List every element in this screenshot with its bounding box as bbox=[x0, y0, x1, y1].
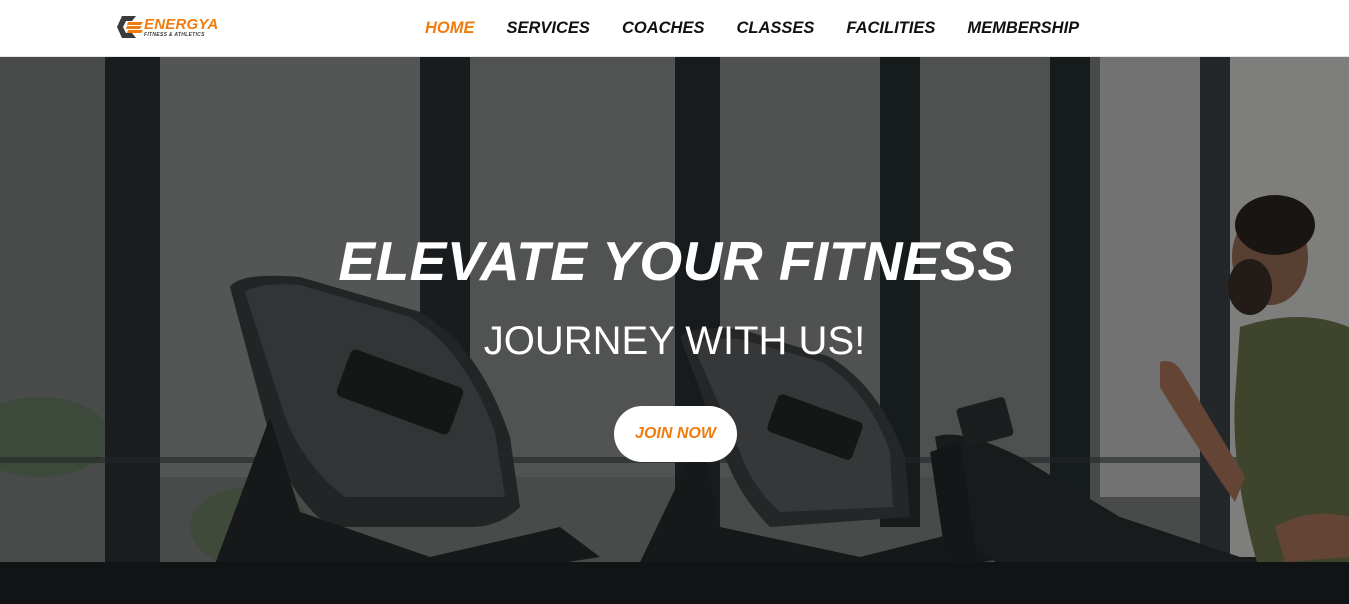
nav-item-home[interactable]: HOME bbox=[425, 19, 475, 38]
join-now-button[interactable]: JOIN NOW bbox=[614, 406, 737, 462]
hero-title: ELEVATE YOUR FITNESS bbox=[338, 230, 1015, 292]
nav-item-coaches[interactable]: COACHES bbox=[622, 19, 705, 38]
brand-text: ENERGYA FITNESS & ATHLETICS bbox=[144, 17, 218, 38]
brand-name: ENERGYA bbox=[144, 15, 219, 33]
hero-subtitle: JOURNEY WITH US! bbox=[483, 319, 866, 363]
brand-tagline: FITNESS & ATHLETICS bbox=[144, 31, 205, 38]
hero-section: ELEVATE YOUR FITNESS JOURNEY WITH US! JO… bbox=[0, 57, 1349, 604]
nav-item-membership[interactable]: MEMBERSHIP bbox=[967, 19, 1079, 38]
brand-logo[interactable]: ENERGYA FITNESS & ATHLETICS bbox=[116, 12, 240, 42]
navbar: ENERGYA FITNESS & ATHLETICS HOME SERVICE… bbox=[0, 0, 1349, 57]
main-nav: HOME SERVICES COACHES CLASSES FACILITIES… bbox=[425, 0, 1079, 57]
energya-logo-icon bbox=[117, 16, 143, 38]
nav-item-services[interactable]: SERVICES bbox=[507, 19, 590, 38]
nav-item-classes[interactable]: CLASSES bbox=[736, 19, 814, 38]
nav-item-facilities[interactable]: FACILITIES bbox=[846, 19, 935, 38]
